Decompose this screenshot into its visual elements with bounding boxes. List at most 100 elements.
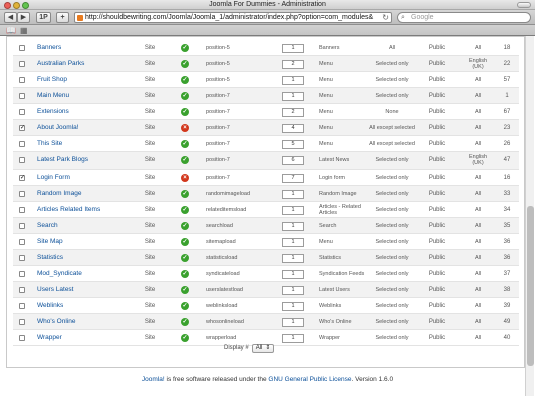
row-checkbox[interactable] [19, 207, 25, 213]
open-book-icon[interactable]: 📖 [6, 26, 16, 35]
scrollbar-thumb[interactable] [527, 206, 534, 366]
ordering-input[interactable]: 1 [282, 333, 304, 343]
ordering-input[interactable]: 1 [282, 317, 304, 327]
forward-button[interactable]: ▶ [17, 12, 30, 23]
published-check-icon[interactable]: ✓ [181, 222, 189, 230]
gpl-license-link[interactable]: GNU General Public License [268, 376, 351, 383]
ordering-input[interactable]: 1 [282, 221, 304, 231]
row-checkbox[interactable] [19, 93, 25, 99]
ordering-input[interactable]: 1 [282, 301, 304, 311]
ordering-input[interactable]: 2 [282, 59, 304, 69]
module-name-link[interactable]: Fruit Shop [37, 72, 142, 88]
status-toggle[interactable]: ✓ [173, 298, 197, 314]
module-name-link[interactable]: Australian Parks [37, 56, 142, 72]
published-check-icon[interactable]: ✓ [181, 270, 189, 278]
status-toggle[interactable]: × [173, 170, 197, 186]
password-manager-button[interactable]: 1P [36, 12, 51, 23]
status-toggle[interactable]: ✓ [173, 136, 197, 152]
ordering-input[interactable]: 2 [282, 107, 304, 117]
row-checkbox[interactable] [19, 45, 25, 51]
ordering-input[interactable]: 1 [282, 91, 304, 101]
status-toggle[interactable]: ✓ [173, 250, 197, 266]
published-check-icon[interactable]: ✓ [181, 238, 189, 246]
status-toggle[interactable]: ✓ [173, 152, 197, 168]
published-check-icon[interactable]: ✓ [181, 140, 189, 148]
status-toggle[interactable]: ✓ [173, 104, 197, 120]
status-toggle[interactable]: ✓ [173, 330, 197, 346]
back-button[interactable]: ◀ [4, 12, 17, 23]
module-name-link[interactable]: Mod_Syndicate [37, 266, 142, 282]
row-checkbox[interactable] [19, 239, 25, 245]
module-name-link[interactable]: Users Latest [37, 282, 142, 298]
row-checkbox[interactable] [19, 61, 25, 67]
module-name-link[interactable]: Search [37, 218, 142, 234]
ordering-input[interactable]: 1 [282, 75, 304, 85]
ordering-input[interactable]: 1 [282, 205, 304, 215]
ordering-input[interactable]: 6 [282, 155, 304, 165]
row-checkbox[interactable] [19, 223, 25, 229]
unpublished-x-icon[interactable]: × [181, 124, 189, 132]
ordering-input[interactable]: 5 [282, 139, 304, 149]
display-select[interactable]: All ⇕ [251, 343, 275, 353]
ordering-input[interactable]: 1 [282, 237, 304, 247]
module-name-link[interactable]: Banners [37, 40, 142, 56]
published-check-icon[interactable]: ✓ [181, 286, 189, 294]
published-check-icon[interactable]: ✓ [181, 44, 189, 52]
module-name-link[interactable]: Main Menu [37, 88, 142, 104]
row-checkbox[interactable] [19, 303, 25, 309]
published-check-icon[interactable]: ✓ [181, 334, 189, 342]
row-checkbox[interactable] [19, 287, 25, 293]
address-bar[interactable]: http://shouldbewriting.com/Joomla/Joomla… [74, 12, 392, 23]
vertical-scrollbar[interactable] [525, 36, 534, 396]
ordering-input[interactable]: 1 [282, 43, 304, 53]
published-check-icon[interactable]: ✓ [181, 76, 189, 84]
status-toggle[interactable]: ✓ [173, 218, 197, 234]
published-check-icon[interactable]: ✓ [181, 318, 189, 326]
joomla-link[interactable]: Joomla! [142, 376, 165, 383]
module-name-link[interactable]: Articles Related Items [37, 202, 142, 218]
module-name-link[interactable]: Random Image [37, 186, 142, 202]
status-toggle[interactable]: ✓ [173, 202, 197, 218]
add-bookmark-button[interactable]: + [56, 12, 69, 23]
row-checkbox[interactable] [19, 157, 25, 163]
module-name-link[interactable]: Statistics [37, 250, 142, 266]
ordering-input[interactable]: 1 [282, 189, 304, 199]
unpublished-x-icon[interactable]: × [181, 174, 189, 182]
minimize-window-button[interactable] [13, 2, 20, 9]
status-toggle[interactable]: ✓ [173, 88, 197, 104]
row-checkbox[interactable] [19, 271, 25, 277]
module-name-link[interactable]: Weblinks [37, 298, 142, 314]
status-toggle[interactable]: ✓ [173, 282, 197, 298]
close-window-button[interactable] [4, 2, 11, 9]
module-name-link[interactable]: Latest Park Blogs [37, 152, 142, 168]
status-toggle[interactable]: ✓ [173, 56, 197, 72]
module-name-link[interactable]: Who's Online [37, 314, 142, 330]
row-checkbox[interactable] [19, 319, 25, 325]
published-check-icon[interactable]: ✓ [181, 190, 189, 198]
reload-icon[interactable]: ↻ [382, 13, 389, 22]
published-check-icon[interactable]: ✓ [181, 302, 189, 310]
module-name-link[interactable]: Login Form [37, 170, 142, 186]
ordering-input[interactable]: 1 [282, 253, 304, 263]
row-checkbox[interactable] [19, 141, 25, 147]
status-toggle[interactable]: ✓ [173, 314, 197, 330]
status-toggle[interactable]: ✓ [173, 72, 197, 88]
module-name-link[interactable]: About Joomla! [37, 120, 142, 136]
published-check-icon[interactable]: ✓ [181, 254, 189, 262]
published-check-icon[interactable]: ✓ [181, 108, 189, 116]
status-toggle[interactable]: ✓ [173, 186, 197, 202]
published-check-icon[interactable]: ✓ [181, 60, 189, 68]
row-checkbox[interactable]: ✓ [19, 175, 25, 181]
ordering-input[interactable]: 4 [282, 123, 304, 133]
row-checkbox[interactable] [19, 191, 25, 197]
module-name-link[interactable]: This Site [37, 136, 142, 152]
row-checkbox[interactable] [19, 335, 25, 341]
ordering-input[interactable]: 7 [282, 173, 304, 183]
row-checkbox[interactable] [19, 109, 25, 115]
published-check-icon[interactable]: ✓ [181, 206, 189, 214]
status-toggle[interactable]: ✓ [173, 40, 197, 56]
zoom-window-button[interactable] [22, 2, 29, 9]
ordering-input[interactable]: 1 [282, 285, 304, 295]
status-toggle[interactable]: ✓ [173, 266, 197, 282]
row-checkbox[interactable] [19, 255, 25, 261]
